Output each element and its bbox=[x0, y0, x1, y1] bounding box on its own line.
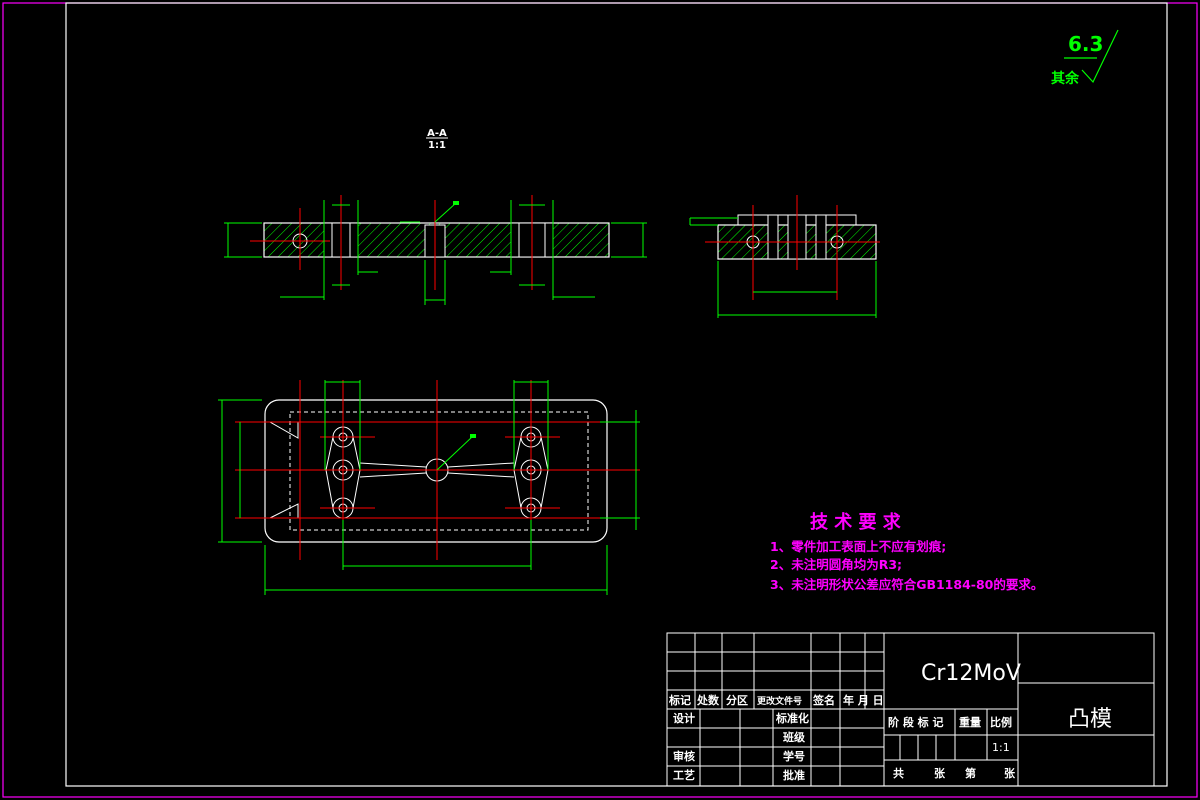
tech-requirements-title: 技 术 要 求 bbox=[810, 511, 902, 533]
sheet-total-label: 共 bbox=[893, 766, 904, 780]
part-name: 凸模 bbox=[1068, 707, 1112, 732]
section-scale: 1:1 bbox=[428, 140, 446, 151]
section-name: A-A bbox=[427, 128, 447, 139]
weight-header: 重量 bbox=[959, 715, 981, 729]
rev-header-date: 年 月 日 bbox=[843, 693, 884, 707]
roughness-value: 6.3 bbox=[1068, 32, 1103, 56]
label-class: 班级 bbox=[783, 730, 806, 744]
label-review: 审核 bbox=[673, 749, 695, 763]
material-text: Cr12MoV bbox=[921, 661, 1021, 686]
tech-requirements: 技 术 要 求 1、零件加工表面上不应有划痕; 2、未注明圆角均为R3; 3、未… bbox=[770, 511, 1043, 592]
label-process: 工艺 bbox=[673, 768, 695, 782]
label-student-no: 学号 bbox=[783, 749, 805, 763]
rev-header-doc: 更改文件号 bbox=[757, 695, 802, 707]
sheet-unit-label-1: 张 bbox=[934, 766, 946, 780]
drawing-canvas: 6.3 其余 A-A 1:1 技 术 要 求 1、零件加工表面上不应有划痕; 2… bbox=[2, 2, 1198, 798]
rev-header-count: 处数 bbox=[696, 693, 720, 707]
tech-requirement-2: 2、未注明圆角均为R3; bbox=[770, 557, 902, 572]
stage-mark-header: 阶 段 标 记 bbox=[888, 715, 944, 729]
label-approve: 批准 bbox=[783, 768, 805, 782]
rev-header-sign: 签名 bbox=[812, 693, 835, 707]
tech-requirement-1: 1、零件加工表面上不应有划痕; bbox=[770, 539, 946, 554]
roughness-symbol: 6.3 其余 bbox=[1051, 29, 1119, 87]
section-view-aa bbox=[224, 195, 647, 305]
scale-header: 比例 bbox=[990, 715, 1012, 729]
scale-value: 1:1 bbox=[992, 741, 1010, 754]
side-view bbox=[689, 195, 880, 318]
roughness-label: 其余 bbox=[1051, 70, 1080, 87]
sheet-number-label: 第 bbox=[965, 766, 976, 780]
section-label: A-A 1:1 bbox=[426, 128, 448, 151]
rev-header-zone: 分区 bbox=[726, 693, 748, 707]
label-design: 设计 bbox=[673, 711, 695, 725]
label-standardization: 标准化 bbox=[775, 711, 809, 725]
sheet-unit-label-2: 张 bbox=[1004, 766, 1016, 780]
plan-view bbox=[218, 380, 640, 595]
rev-header-mark: 标记 bbox=[668, 693, 691, 707]
title-block-text: Cr12MoV 凸模 标记 处数 分区 更改文件号 签名 年 月 日 设计 标准… bbox=[668, 661, 1112, 782]
tech-requirement-3: 3、未注明形状公差应符合GB1184-80的要求。 bbox=[770, 577, 1043, 592]
